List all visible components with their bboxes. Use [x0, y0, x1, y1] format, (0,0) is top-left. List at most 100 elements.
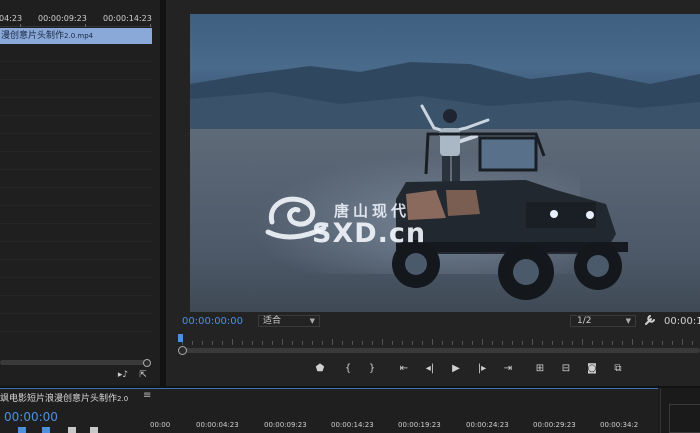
ruler-tick [682, 339, 683, 345]
clip-suffix: 2.0.mp4 [64, 32, 94, 40]
ruler-label: 00:00:14:23 [103, 14, 152, 23]
mark-out-icon[interactable]: } [364, 362, 380, 376]
ruler-tick [332, 339, 333, 345]
sequence-tab[interactable]: 飒电影短片浪漫创意片头制作2.0 [0, 391, 128, 404]
ruler-tick [392, 341, 393, 345]
ruler-tick [442, 341, 443, 345]
program-monitor: 唐山现代 SXD.cn 00:00:00:00 适合 ▼ 1/2 ▼ 00:00… [166, 0, 700, 386]
ruler-tick [672, 341, 673, 345]
step-back-icon[interactable]: ◂| [422, 362, 438, 376]
extract-icon[interactable]: ⊟ [558, 362, 574, 376]
monitor-controls: 00:00:00:00 适合 ▼ 1/2 ▼ 00:00:1 [166, 312, 700, 330]
ruler-label: 00:00:24:23 [466, 421, 509, 429]
ruler-tick [232, 339, 233, 345]
ruler-tick [372, 341, 373, 345]
zoom-fit-select[interactable]: 适合 ▼ [258, 315, 320, 327]
ruler-tick [462, 341, 463, 345]
camera-icon[interactable]: ◙ [584, 362, 600, 376]
source-panel: 04:23 00:00:09:23 00:00:14:23 漫创意片头制作2.0… [0, 0, 160, 386]
ruler-tick [632, 339, 633, 345]
compare-view-icon[interactable]: ⧉ [610, 362, 626, 376]
ruler-label: 00:00:09:23 [264, 421, 307, 429]
ruler-tick [322, 341, 323, 345]
mark-in-icon[interactable]: { [340, 362, 356, 376]
track-area[interactable] [0, 44, 152, 354]
linked-selection-icon[interactable] [42, 427, 50, 433]
ruler-tick [582, 339, 583, 345]
play-icon[interactable]: ▶ [448, 362, 464, 376]
ruler-tick [242, 341, 243, 345]
watermark-en: SXD.cn [312, 218, 427, 249]
ruler-tick [512, 341, 513, 345]
clip-name: 漫创意片头制作 [1, 31, 65, 41]
ruler-tick [202, 341, 203, 345]
ruler-tick [562, 341, 563, 345]
ruler-tick [412, 341, 413, 345]
ruler-tick [522, 341, 523, 345]
ruler-tick [382, 339, 383, 345]
chevron-down-icon: ▼ [309, 317, 315, 325]
go-to-out-icon[interactable]: ⇥ [500, 362, 516, 376]
ruler-tick [192, 341, 193, 345]
sequence-suffix: 2.0 [117, 395, 129, 403]
wrench-icon[interactable] [644, 314, 656, 326]
ruler-label: 00:00:34:2 [600, 421, 639, 429]
ruler-label: 00:00:04:23 [196, 421, 239, 429]
ruler-tick [492, 341, 493, 345]
ruler-label: 00:00:14:23 [331, 421, 374, 429]
ruler-tick [542, 341, 543, 345]
ruler-tick [472, 341, 473, 345]
step-forward-icon[interactable]: |▸ [474, 362, 490, 376]
export-icon[interactable]: ⇱ [136, 370, 150, 382]
scroll-handle[interactable] [143, 359, 151, 367]
go-to-in-icon[interactable]: ⇤ [396, 362, 412, 376]
ruler-tick [362, 341, 363, 345]
ruler-tick [272, 341, 273, 345]
sequence-timecode[interactable]: 00:00:00 [4, 410, 58, 424]
ruler-tick [532, 339, 533, 345]
ruler-label: 00:00:29:23 [533, 421, 576, 429]
playhead-timecode[interactable]: 00:00:00:00 [182, 316, 243, 327]
ruler-tick [662, 341, 663, 345]
horizontal-scrollbar[interactable] [0, 360, 150, 365]
resolution-select[interactable]: 1/2 ▼ [570, 315, 636, 327]
ruler-tick [262, 341, 263, 345]
ruler-tick [642, 341, 643, 345]
video-clip[interactable]: 漫创意片头制作2.0.mp4 [0, 28, 152, 44]
ruler-tick [652, 341, 653, 345]
ruler-tick [302, 341, 303, 345]
monitor-time-ruler[interactable] [182, 334, 700, 348]
ruler-tick [572, 341, 573, 345]
ruler-tick [292, 341, 293, 345]
ruler-tick [502, 341, 503, 345]
ruler-label: 00:00:19:23 [398, 421, 441, 429]
source-time-ruler[interactable]: 04:23 00:00:09:23 00:00:14:23 [0, 9, 152, 27]
snap-icon[interactable] [18, 427, 26, 433]
audio-output-icon[interactable]: ▸♪ [116, 370, 130, 382]
ruler-tick [312, 341, 313, 345]
add-marker-icon[interactable]: ⬟ [312, 362, 328, 376]
ruler-tick [422, 341, 423, 345]
timeline-settings-icon[interactable] [90, 427, 98, 433]
audio-meter-panel [660, 388, 700, 433]
sequence-name: 飒电影短片浪漫创意片头制作 [0, 394, 118, 404]
playhead-marker[interactable] [178, 334, 183, 342]
panel-menu-icon[interactable]: ≡ [143, 390, 151, 401]
ruler-tick [552, 341, 553, 345]
ruler-tick [342, 341, 343, 345]
fit-value: 适合 [263, 316, 282, 326]
video-preview[interactable]: 唐山现代 SXD.cn [190, 14, 700, 312]
ruler-label: 04:23 [0, 14, 23, 23]
scroll-handle[interactable] [178, 346, 187, 355]
resolution-value: 1/2 [577, 316, 592, 326]
monitor-scrollbar[interactable] [182, 348, 700, 353]
lift-icon[interactable]: ⊞ [532, 362, 548, 376]
ruler-tick [402, 341, 403, 345]
add-marker-icon[interactable] [68, 427, 76, 433]
ruler-tick [612, 341, 613, 345]
ruler-tick [432, 339, 433, 345]
ruler-label: 00:00 [150, 421, 171, 429]
timeline-time-ruler[interactable]: 00:00 00:00:04:23 00:00:09:23 00:00:14:2… [150, 417, 658, 433]
ruler-label: 00:00:09:23 [38, 14, 87, 23]
ruler-tick [482, 339, 483, 345]
